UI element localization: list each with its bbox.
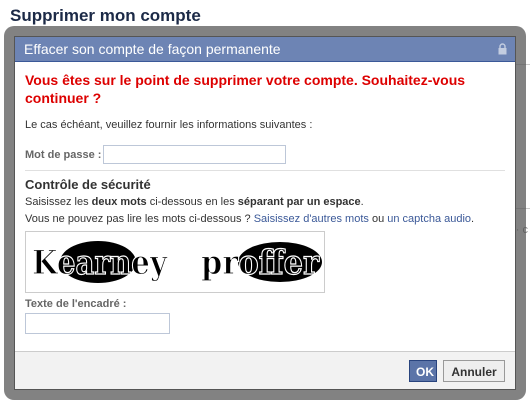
help-text: Vous ne pouvez pas lire les mots ci-dess… <box>25 213 254 225</box>
instruction-text: Saisissez les <box>25 196 92 208</box>
security-check-title: Contrôle de sécurité <box>25 177 151 192</box>
instruction-bold: séparant par un espace <box>237 196 361 208</box>
captcha-answer-label: Texte de l'encadré : <box>25 298 127 310</box>
help-text: . <box>471 213 475 225</box>
instruction-text: ci-dessous en les <box>146 196 238 208</box>
section-divider <box>25 170 505 171</box>
dialog-footer: OK Annuler <box>15 351 515 389</box>
password-row: Mot de passe : <box>25 145 505 164</box>
lock-icon <box>498 43 507 55</box>
warning-message: Vous êtes sur le point de supprimer votr… <box>25 72 466 106</box>
password-input[interactable] <box>103 145 287 164</box>
page-title: Supprimer mon compte <box>10 6 201 25</box>
audio-captcha-link[interactable]: un captcha audio <box>387 213 471 225</box>
help-text: ou <box>368 213 388 225</box>
dialog-body: Vous êtes sur le point de supprimer votr… <box>15 62 515 334</box>
captcha-image: Kearney proffer <box>25 231 325 293</box>
dialog-header: Effacer son compte de façon permanente <box>15 37 515 62</box>
cancel-button[interactable]: Annuler <box>443 360 505 382</box>
captcha-answer-input[interactable] <box>25 313 170 334</box>
ok-button[interactable]: OK <box>409 360 437 382</box>
instruction-bold: deux mots <box>91 196 147 208</box>
other-words-link[interactable]: Saisissez d'autres mots <box>254 213 369 225</box>
intro-text: Le cas échéant, veuillez fournir les inf… <box>25 119 313 131</box>
captcha-word-1: Kearney <box>32 243 168 283</box>
captcha-instructions: Saisissez les deux mots ci-dessous en le… <box>25 195 505 210</box>
delete-account-dialog: Effacer son compte de façon permanente V… <box>14 36 516 390</box>
captcha-word-2: proffer <box>201 243 320 283</box>
dialog-title: Effacer son compte de façon permanente <box>24 41 281 57</box>
instruction-text: . <box>360 196 364 208</box>
password-label: Mot de passe : <box>25 148 102 161</box>
captcha-help: Vous ne pouvez pas lire les mots ci-dess… <box>25 212 505 227</box>
